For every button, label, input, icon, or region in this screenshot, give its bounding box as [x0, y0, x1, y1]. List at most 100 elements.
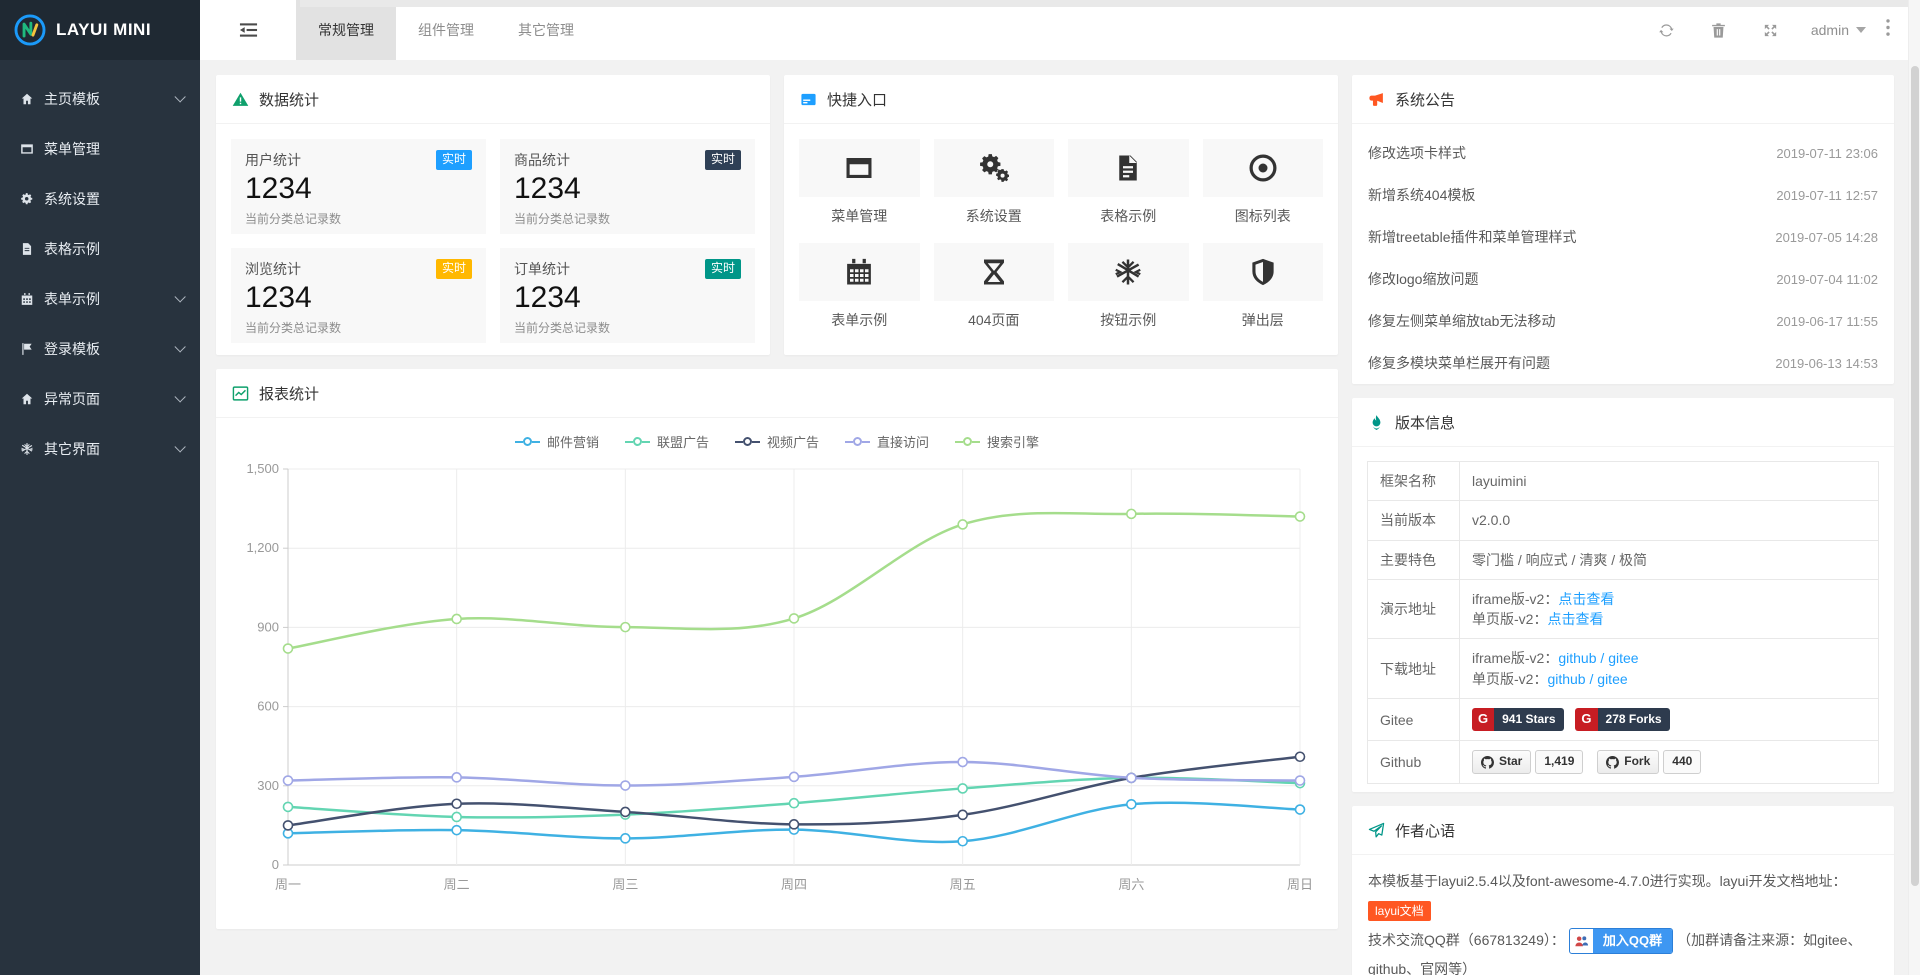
chevron-down-icon	[174, 391, 185, 402]
gitee-icon: G	[1472, 708, 1494, 731]
refresh-icon	[1658, 22, 1675, 39]
window-icon	[844, 153, 874, 183]
join-qq-group-button[interactable]: 加入QQ群	[1569, 928, 1673, 954]
legend-item[interactable]: 直接访问	[845, 432, 929, 451]
stat-panel-orders: 订单统计实时 1234 当前分类总记录数	[500, 248, 755, 343]
demo-link-iframe[interactable]: 点击查看	[1558, 591, 1614, 607]
status-badge: 实时	[705, 150, 741, 170]
chevron-down-icon	[174, 91, 185, 102]
octocat-icon	[1606, 756, 1619, 769]
stat-value: 1234	[245, 172, 472, 207]
announcements-title: 系统公告	[1395, 89, 1455, 110]
status-badge: 实时	[705, 259, 741, 279]
github-fork-button[interactable]: Fork	[1597, 750, 1659, 773]
report-chart: 03006009001,2001,500周一周二周三周四周五周六周日	[232, 453, 1322, 905]
announcement-row[interactable]: 修改logo缩放问题2019-07-04 11:02	[1368, 258, 1878, 300]
right-column: 系统公告 修改选项卡样式2019-07-11 23:06 新增系统404模板20…	[1352, 75, 1906, 975]
quick-item-table-example[interactable]: 表格示例	[1068, 139, 1189, 226]
sidebar-item-system-settings[interactable]: 系统设置	[0, 174, 200, 224]
stat-panel-users: 用户统计实时 1234 当前分类总记录数	[231, 139, 486, 234]
quick-item-form-example[interactable]: 表单示例	[799, 243, 920, 330]
tab-component-management[interactable]: 组件管理	[396, 0, 496, 60]
quick-item-menu-management[interactable]: 菜单管理	[799, 139, 920, 226]
quick-item-icon-list[interactable]: 图标列表	[1203, 139, 1324, 226]
logo-text: LAYUI MINI	[56, 20, 151, 40]
quick-item-popup-layer[interactable]: 弹出层	[1203, 243, 1324, 330]
table-row: 下载地址 iframe版-v2：github / gitee 单页版-v2：gi…	[1368, 639, 1879, 699]
status-badge: 实时	[436, 259, 472, 279]
quick-item-system-settings[interactable]: 系统设置	[934, 139, 1055, 226]
demo-link-spa[interactable]: 点击查看	[1547, 611, 1603, 627]
table-row: 主要特色零门槛 / 响应式 / 清爽 / 极简	[1368, 540, 1879, 579]
layuimini-app: LAYUI MINI 主页模板 菜单管理 系统设置 表格示例 表单	[0, 0, 1920, 975]
legend-item[interactable]: 联盟广告	[625, 432, 709, 451]
chart-legend: 邮件营销 联盟广告 视频广告 直接访问 搜索引擎	[216, 432, 1338, 451]
stat-value: 1234	[514, 281, 741, 316]
download-link-github-spa[interactable]: github	[1547, 671, 1585, 687]
calendar-icon	[844, 257, 874, 287]
caret-down-icon	[1856, 27, 1866, 33]
sidebar-item-error-pages[interactable]: 异常页面	[0, 374, 200, 424]
clear-cache-button[interactable]	[1693, 22, 1745, 39]
download-link-gitee-iframe[interactable]: / gitee	[1597, 650, 1639, 666]
fullscreen-button[interactable]	[1745, 22, 1797, 39]
sidebar-item-menu-management[interactable]: 菜单管理	[0, 124, 200, 174]
announcement-row[interactable]: 新增系统404模板2019-07-11 12:57	[1368, 174, 1878, 216]
table-row: 当前版本v2.0.0	[1368, 501, 1879, 540]
gitee-stars-badge[interactable]: G941 Stars	[1472, 708, 1564, 731]
version-info-title: 版本信息	[1395, 412, 1455, 433]
svg-text:周三: 周三	[612, 877, 638, 892]
stat-value: 1234	[514, 172, 741, 207]
window-icon	[20, 142, 44, 156]
header: 常规管理 组件管理 其它管理 admin	[200, 0, 1920, 60]
chevron-down-icon	[174, 341, 185, 352]
fire-icon	[1368, 414, 1385, 431]
fullscreen-icon	[1762, 22, 1779, 39]
legend-marker-icon	[735, 437, 760, 446]
left-column: 数据统计 用户统计实时 1234 当前分类总记录数 商品统计实时 1234	[216, 75, 1338, 975]
tab-general-management[interactable]: 常规管理	[296, 0, 396, 60]
announcement-row[interactable]: 修复左侧菜单缩放tab无法移动2019-06-17 11:55	[1368, 300, 1878, 342]
github-star-count[interactable]: 1,419	[1535, 750, 1583, 773]
user-menu[interactable]: admin	[1797, 22, 1880, 38]
announcement-row[interactable]: 修复多模块菜单栏展开有问题2019-06-13 14:53	[1368, 342, 1878, 384]
paper-plane-icon	[1368, 822, 1385, 839]
legend-item[interactable]: 视频广告	[735, 432, 819, 451]
layui-logo-icon	[13, 13, 47, 47]
sidebar-item-table-example[interactable]: 表格示例	[0, 224, 200, 274]
trash-icon	[1710, 22, 1727, 39]
tab-other-management[interactable]: 其它管理	[496, 0, 596, 60]
scrollbar-thumb[interactable]	[1911, 66, 1919, 886]
quick-item-404-page[interactable]: 404页面	[934, 243, 1055, 330]
more-menu-button[interactable]	[1880, 19, 1900, 41]
svg-text:1,200: 1,200	[246, 540, 279, 555]
version-table: 框架名称layuimini 当前版本v2.0.0 主要特色零门槛 / 响应式 /…	[1367, 461, 1879, 784]
svg-text:周二: 周二	[444, 877, 470, 892]
download-link-gitee-spa[interactable]: / gitee	[1586, 671, 1628, 687]
username: admin	[1811, 22, 1849, 38]
github-fork-count[interactable]: 440	[1663, 750, 1701, 773]
sidebar-item-other-ui[interactable]: 其它界面	[0, 424, 200, 474]
logo[interactable]: LAYUI MINI	[0, 0, 200, 60]
collapse-sidebar-button[interactable]	[200, 0, 296, 60]
legend-item[interactable]: 搜索引擎	[955, 432, 1039, 451]
sidebar-item-form-example[interactable]: 表单示例	[0, 274, 200, 324]
version-info-card: 版本信息 框架名称layuimini 当前版本v2.0.0 主要特色零门槛 / …	[1352, 398, 1894, 792]
table-row: Gitee G941 Stars G278 Forks	[1368, 699, 1879, 741]
sidebar-item-home-template[interactable]: 主页模板	[0, 74, 200, 124]
sidebar-item-login-template[interactable]: 登录模板	[0, 324, 200, 374]
download-link-github-iframe[interactable]: github	[1558, 650, 1596, 666]
author-text: 本模板基于layui2.5.4以及font-awesome-4.7.0进行实现。…	[1352, 855, 1894, 975]
legend-marker-icon	[955, 437, 980, 446]
github-star-button[interactable]: Star	[1472, 750, 1531, 773]
gitee-forks-badge[interactable]: G278 Forks	[1575, 708, 1669, 731]
quick-item-button-example[interactable]: 按钮示例	[1068, 243, 1189, 330]
layui-doc-badge[interactable]: layui文档	[1368, 901, 1431, 921]
announcement-row[interactable]: 新增treetable插件和菜单管理样式2019-07-05 14:28	[1368, 216, 1878, 258]
announcement-row[interactable]: 修改选项卡样式2019-07-11 23:06	[1368, 132, 1878, 174]
legend-item[interactable]: 邮件营销	[515, 432, 599, 451]
outdent-icon	[239, 22, 258, 38]
refresh-button[interactable]	[1641, 22, 1693, 39]
gears-icon	[979, 153, 1009, 183]
home-icon	[20, 92, 44, 106]
